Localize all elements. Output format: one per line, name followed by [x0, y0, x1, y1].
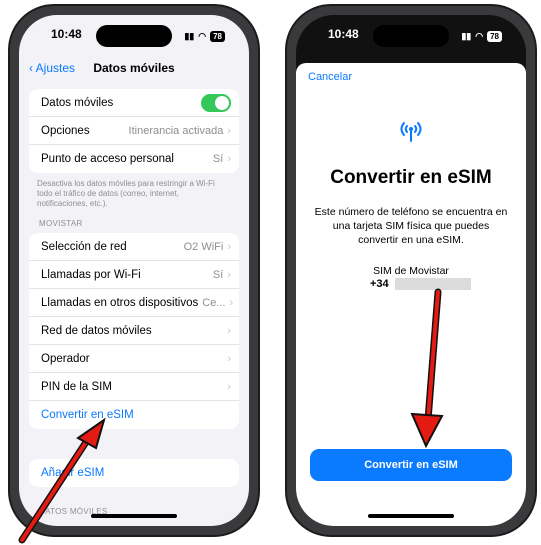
- row-value: Itinerancia activada: [128, 124, 224, 137]
- esim-conversion-screen: 10:48 ▮▮ ◠ 78 Cancelar Convertir en eSIM: [296, 15, 526, 526]
- esim-sheet: Cancelar Convertir en eSIM Este número d…: [296, 63, 526, 526]
- left-iphone-frame: 10:48 ▮▮ ◠ 78 ‹ Ajustes Datos móviles Da…: [8, 4, 260, 537]
- home-indicator: [368, 514, 454, 518]
- navigation-bar: ‹ Ajustes Datos móviles: [19, 57, 249, 81]
- wifi-icon: ◠: [198, 30, 207, 41]
- status-icons: ▮▮ ◠ 78: [184, 27, 225, 45]
- chevron-right-icon: ›: [227, 240, 231, 253]
- right-iphone-frame: 10:48 ▮▮ ◠ 78 Cancelar Convertir en eSIM: [285, 4, 537, 537]
- sim-name: SIM de Movistar: [373, 265, 449, 277]
- status-time: 10:48: [328, 27, 359, 41]
- row-label: Punto de acceso personal: [41, 153, 174, 165]
- signal-icon: ▮▮: [184, 30, 195, 41]
- cancel-button[interactable]: Cancelar: [308, 71, 352, 83]
- battery-icon: 78: [210, 30, 225, 42]
- chevron-right-icon: ›: [227, 324, 231, 337]
- chevron-right-icon: ›: [227, 124, 231, 137]
- row-label: Llamadas en otros dispositivos: [41, 296, 199, 309]
- row-label: PIN de la SIM: [41, 380, 112, 393]
- add-esim-group: Añadir eSIM: [29, 459, 239, 487]
- convert-esim-link[interactable]: Convertir en eSIM: [41, 409, 134, 421]
- settings-screen: 10:48 ▮▮ ◠ 78 ‹ Ajustes Datos móviles Da…: [19, 15, 249, 526]
- row-add-esim[interactable]: Añadir eSIM: [29, 459, 239, 487]
- redacted-phone-number: [394, 278, 471, 290]
- row-value: Sí: [212, 268, 224, 281]
- row-convert-to-esim[interactable]: Convertir en eSIM: [29, 401, 239, 429]
- cellular-data-toggle[interactable]: [201, 93, 231, 112]
- row-network-selection[interactable]: Selección de red O2 WiFi ›: [29, 233, 239, 261]
- row-label: Operador: [41, 352, 90, 365]
- row-value: O2 WiFi: [183, 240, 224, 253]
- chevron-right-icon: ›: [227, 352, 231, 365]
- row-options[interactable]: Opciones Itinerancia activada ›: [29, 117, 239, 145]
- dynamic-island: [96, 25, 172, 47]
- carrier-settings-group: Selección de red O2 WiFi › Llamadas por W…: [29, 233, 239, 429]
- cellular-settings-group: Datos móviles Opciones Itinerancia activ…: [29, 89, 239, 173]
- battery-icon: 78: [487, 30, 502, 42]
- sim-country-code: +34: [370, 278, 389, 290]
- antenna-icon: [296, 119, 526, 148]
- section-header-carrier: MOVISTAR: [39, 219, 83, 228]
- add-esim-link[interactable]: Añadir eSIM: [41, 467, 104, 479]
- row-label: Opciones: [41, 124, 90, 137]
- page-title: Datos móviles: [93, 61, 175, 75]
- sheet-title: Convertir en eSIM: [330, 167, 492, 188]
- home-indicator: [91, 514, 177, 518]
- status-icons: ▮▮ ◠ 78: [461, 27, 502, 45]
- dynamic-island: [373, 25, 449, 47]
- status-time: 10:48: [51, 27, 82, 41]
- row-cellular-data[interactable]: Datos móviles: [29, 89, 239, 117]
- row-wifi-calling[interactable]: Llamadas por Wi-Fi Sí ›: [29, 261, 239, 289]
- sim-number: +34: [370, 278, 471, 290]
- row-calls-other-devices[interactable]: Llamadas en otros dispositivos Ce... ›: [29, 289, 239, 317]
- chevron-right-icon: ›: [229, 296, 234, 309]
- row-sim-pin[interactable]: PIN de la SIM ›: [29, 373, 239, 401]
- row-value: Ce...: [202, 296, 226, 309]
- chevron-right-icon: ›: [227, 380, 231, 393]
- row-label: Datos móviles: [41, 96, 114, 109]
- row-hotspot[interactable]: Punto de acceso personal Sí ›: [29, 145, 239, 173]
- row-value: Sí: [212, 153, 224, 165]
- chevron-right-icon: ›: [227, 153, 231, 165]
- row-label: Red de datos móviles: [41, 324, 152, 337]
- row-cellular-data-network[interactable]: Red de datos móviles ›: [29, 317, 239, 345]
- row-label: Selección de red: [41, 240, 127, 253]
- chevron-right-icon: ›: [227, 268, 231, 281]
- signal-icon: ▮▮: [461, 30, 472, 41]
- row-label: Llamadas por Wi-Fi: [41, 268, 141, 281]
- wifi-icon: ◠: [475, 30, 484, 41]
- cellular-footnote: Desactiva los datos móviles para restrin…: [37, 179, 215, 208]
- convert-esim-button[interactable]: Convertir en eSIM: [310, 449, 512, 481]
- row-carrier[interactable]: Operador ›: [29, 345, 239, 373]
- sheet-description: Este número de teléfono se encuentra en …: [314, 206, 508, 246]
